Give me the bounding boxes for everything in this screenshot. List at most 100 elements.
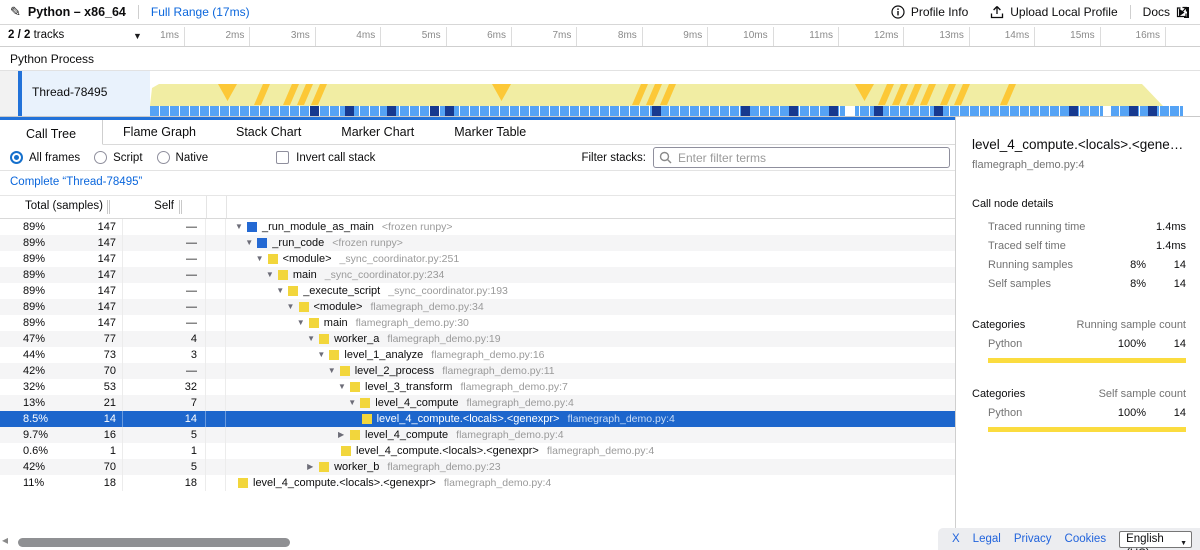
function-name: level_4_compute [365,427,448,443]
expander-down-icon[interactable]: ▼ [287,299,298,315]
thread-track-label[interactable]: Thread-78495 [22,71,150,116]
ruler-tick-line [838,27,839,46]
tab-call-tree[interactable]: Call Tree [0,120,103,145]
expander-down-icon[interactable]: ▼ [317,347,328,363]
ruler-tick-line [773,27,774,46]
call-tree-row[interactable]: 11%1818level_4_compute.<locals>.<genexpr… [0,475,955,491]
function-cell: ▼_run_code<frozen runpy> [226,235,955,251]
call-tree-row[interactable]: 89%147—▼mainflamegraph_demo.py:30 [0,315,955,331]
total-samples: 147 [98,315,116,331]
language-select[interactable]: English (US) ▼ [1119,531,1192,548]
col-self-header[interactable]: Self [110,200,174,212]
col-total-header[interactable]: Total (samples) [0,200,103,212]
total-samples: 147 [98,299,116,315]
self-cell: 3 [123,347,206,363]
total-percent: 42% [23,459,45,475]
ruler-tick-line [969,27,970,46]
radio-script[interactable]: Script [94,151,142,164]
detail-percent [1101,237,1146,256]
call-tree-row[interactable]: 0.6%11level_4_compute.<locals>.<genexpr>… [0,443,955,459]
footer-link-cookies[interactable]: Cookies [1065,533,1107,545]
expander-down-icon[interactable]: ▼ [297,315,308,331]
call-tree-row[interactable]: 89%147—▼main_sync_coordinator.py:234 [0,267,955,283]
call-tree-row[interactable]: 13%217▼level_4_computeflamegraph_demo.py… [0,395,955,411]
open-sidebar-icon [1176,5,1192,20]
function-name: worker_a [334,331,379,347]
footer-link-legal[interactable]: Legal [973,533,1001,545]
samples-bar[interactable] [150,106,1183,116]
call-tree-row[interactable]: 89%147—▼_run_module_as_main<frozen runpy… [0,219,955,235]
expander-right-icon[interactable]: ▶ [338,427,349,443]
tab-marker-chart[interactable]: Marker Chart [321,120,434,144]
profile-info-button[interactable]: Profile Info [891,5,968,19]
thread-activity-graph[interactable] [150,71,1190,116]
category-bar [988,358,1186,363]
sidebar-toggle-button[interactable] [1176,5,1192,23]
tab-flame-graph[interactable]: Flame Graph [103,120,216,144]
call-tree-row[interactable]: 47%774▼worker_aflamegraph_demo.py:19 [0,331,955,347]
call-tree-row[interactable]: 44%733▼level_1_analyzeflamegraph_demo.py… [0,347,955,363]
expander-down-icon[interactable]: ▼ [266,267,277,283]
total-percent: 89% [23,315,45,331]
expander-down-icon[interactable]: ▼ [245,235,256,251]
expander-down-icon[interactable]: ▼ [256,251,267,267]
total-cell: 32%53 [0,379,123,395]
expander-right-icon[interactable]: ▶ [307,459,318,475]
call-tree-row[interactable]: 42%705▶worker_bflamegraph_demo.py:23 [0,459,955,475]
expander-down-icon[interactable]: ▼ [348,395,359,411]
footer-dismiss-button[interactable]: X [952,533,960,545]
horizontal-scrollbar-thumb[interactable] [18,538,290,547]
call-tree-row[interactable]: 42%70—▼level_2_processflamegraph_demo.py… [0,363,955,379]
call-tree-row[interactable]: 89%147—▼_run_code<frozen runpy> [0,235,955,251]
call-tree-row[interactable]: 89%147—▼<module>_sync_coordinator.py:251 [0,251,955,267]
radio-native[interactable]: Native [157,151,209,164]
process-track-header[interactable]: Python Process [0,47,1200,71]
filter-stacks-input[interactable] [653,147,950,168]
total-cell: 11%18 [0,475,123,491]
call-tree-row[interactable]: 89%147—▼<module>flamegraph_demo.py:34 [0,299,955,315]
call-tree-row[interactable]: 8.5%1414level_4_compute.<locals>.<genexp… [0,411,955,427]
total-cell: 89%147 [0,219,123,235]
function-name: <module> [283,251,332,267]
thread-track[interactable]: Thread-78495 [0,71,1200,116]
call-tree-row[interactable]: 32%5332▼level_3_transformflamegraph_demo… [0,379,955,395]
total-percent: 42% [23,363,45,379]
profile-name: Python – x86_64 [28,5,126,19]
detail-percent: 8% [1101,275,1146,294]
breadcrumb-root-link[interactable]: Complete “Thread-78495” [10,176,142,188]
ruler-tick-label: 7ms [553,30,572,41]
expander-down-icon[interactable]: ▼ [307,331,318,347]
invert-call-stack-checkbox[interactable]: Invert call stack [276,151,375,164]
column-resizer[interactable] [179,200,182,214]
expander-down-icon[interactable]: ▼ [328,363,339,379]
total-percent: 89% [23,267,45,283]
total-samples: 147 [98,251,116,267]
radio-all-frames[interactable]: All frames [10,151,80,164]
tab-marker-table[interactable]: Marker Table [434,120,546,144]
ruler-tick-line [707,27,708,46]
radio-label: All frames [29,152,80,164]
column-resizer[interactable] [107,200,110,214]
upload-profile-button[interactable]: Upload Local Profile [990,5,1117,19]
radio-label: Script [113,152,142,164]
function-name: level_4_compute.<locals>.<genexpr> [356,443,539,459]
expander-down-icon[interactable]: ▼ [235,219,246,235]
expander-down-icon[interactable]: ▼ [276,283,287,299]
self-cell: — [123,251,206,267]
ruler-tick-label: 6ms [487,30,506,41]
profiler-app: ✎ Python – x86_64 Full Range (17ms) Prof… [0,0,1200,550]
icon-cell [206,347,226,363]
panel-tab-bar: Call TreeFlame GraphStack ChartMarker Ch… [0,120,955,145]
footer-link-privacy[interactable]: Privacy [1014,533,1052,545]
divider [206,196,207,218]
call-tree-row[interactable]: 89%147—▼_execute_script_sync_coordinator… [0,283,955,299]
call-tree-row[interactable]: 9.7%165▶level_4_computeflamegraph_demo.p… [0,427,955,443]
ruler-tick-line [576,27,577,46]
self-cell: 32 [123,379,206,395]
tab-stack-chart[interactable]: Stack Chart [216,120,321,144]
edit-profile-name-icon[interactable]: ✎ [10,4,21,20]
full-range-button[interactable]: Full Range (17ms) [151,5,250,19]
scroll-left-arrow-icon[interactable]: ◂ [2,534,8,546]
expander-down-icon[interactable]: ▼ [338,379,349,395]
radio-icon [10,151,23,164]
